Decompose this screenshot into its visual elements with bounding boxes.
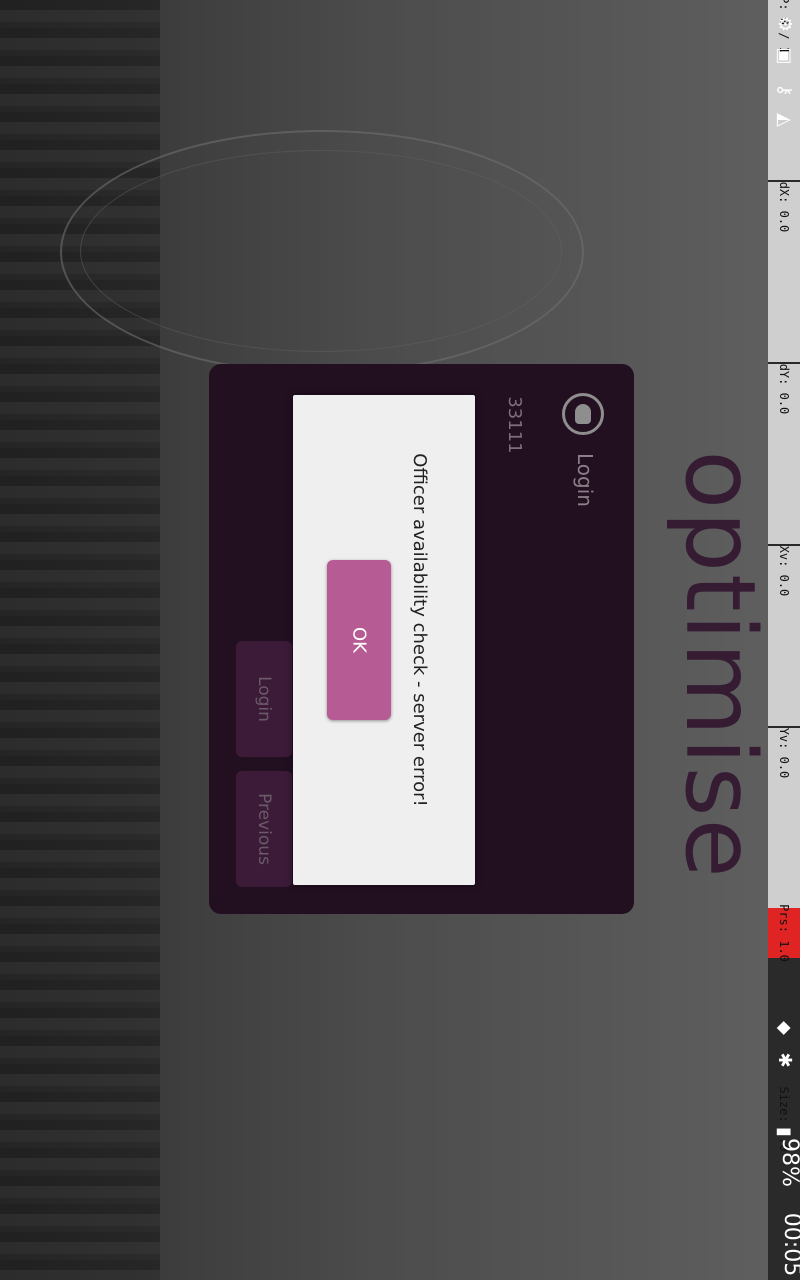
ok-button-label: OK: [348, 627, 370, 653]
debug-label-xv: Xv: 0.0: [777, 545, 791, 597]
bluetooth-icon: ✱: [774, 1052, 795, 1068]
login-title: Login: [573, 453, 597, 507]
clock: 00:05: [779, 1212, 800, 1277]
previous-button-label: Previous: [254, 793, 274, 865]
login-button-label: Login: [254, 676, 274, 722]
settings-icon[interactable]: ⚙: [772, 12, 796, 36]
username-field[interactable]: 33111: [495, 385, 525, 465]
user-icon: [562, 393, 604, 435]
dialog-message: Officer availability check - server erro…: [409, 453, 430, 807]
battery-level: 98%: [776, 1138, 800, 1187]
login-button[interactable]: Login: [236, 641, 292, 757]
wifi-icon: ◭: [774, 113, 795, 127]
debug-label-yv: Yv: 0.0: [777, 727, 791, 779]
previous-button[interactable]: Previous: [236, 771, 292, 887]
debug-label-prs: Prs: 1.0: [777, 904, 791, 962]
screenshot-icon[interactable]: ▣: [772, 44, 796, 68]
location-icon: ◆: [774, 1021, 795, 1035]
debug-label-dx: dX: 0.0: [777, 181, 791, 233]
key-icon[interactable]: ⚷: [772, 78, 796, 102]
ok-button[interactable]: OK: [327, 560, 391, 720]
optimise-logo: optimise: [664, 450, 776, 880]
debug-label-dy: dY: 0.0: [777, 363, 791, 415]
